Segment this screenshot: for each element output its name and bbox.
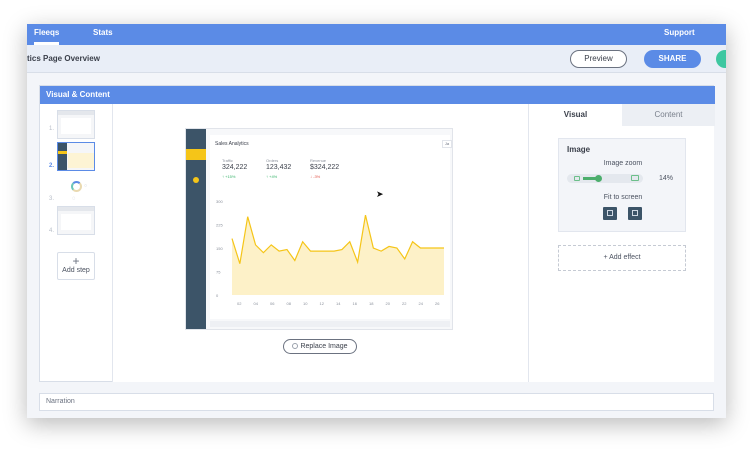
y-tick-label: 300	[216, 199, 223, 204]
steps-list: 1. 2. ○ 3. ◌ 4. + Add step	[40, 104, 113, 382]
image-card-title: Image	[567, 145, 591, 154]
page-header: tics Page Overview Preview SHARE	[27, 45, 726, 73]
image-zoom-label: Image zoom	[603, 160, 643, 167]
hotspot-marker[interactable]	[193, 177, 199, 183]
x-tick-label: 18	[369, 301, 374, 306]
step-thumbnail-2[interactable]	[57, 142, 95, 171]
narration-field[interactable]: Narration	[39, 393, 714, 411]
loading-ring-icon	[71, 181, 82, 192]
thumb-body	[61, 118, 91, 134]
settings-pane: Visual Content Image Image zoom 14% Fit …	[528, 104, 715, 382]
thumb-body	[61, 214, 91, 230]
thumb-bar	[58, 207, 94, 211]
nav-stats[interactable]: Stats	[93, 24, 113, 45]
x-tick-label: 24	[419, 301, 424, 306]
step-number: 1.	[49, 126, 55, 132]
nav-fleeqs[interactable]: Fleeqs	[34, 24, 60, 45]
image-settings-card: Image Image zoom 14% Fit to screen	[558, 138, 686, 232]
preview-button[interactable]: Preview	[570, 50, 627, 68]
kpi-label: Traffic	[222, 158, 233, 163]
y-tick-label: 75	[216, 270, 221, 275]
step-placeholder-icon: ◌	[72, 196, 76, 202]
x-tick-label: 04	[254, 301, 259, 306]
add-effect-button[interactable]: + Add effect	[558, 245, 686, 271]
visual-content-panel: Visual & Content 1. 2. ○ 3. ◌ 4. + Add s…	[39, 85, 715, 382]
y-tick-label: 150	[216, 246, 223, 251]
preview-main: Sales Analytics Ja Traffic 324,222 ↑ +15…	[210, 135, 452, 319]
thumb-sidebar	[58, 143, 67, 170]
x-tick-label: 12	[320, 301, 325, 306]
x-tick-label: 06	[270, 301, 275, 306]
chart-area	[232, 215, 444, 295]
tab-content[interactable]: Content	[622, 104, 715, 126]
y-tick-label: 0	[216, 293, 219, 298]
top-nav: Fleeqs Stats Support	[27, 24, 726, 45]
kpi-value: 123,432	[266, 164, 292, 171]
thumb-band	[58, 151, 67, 154]
fit-width-icon	[607, 210, 613, 216]
step-canvas: Sales Analytics Ja Traffic 324,222 ↑ +15…	[113, 104, 528, 382]
panel-title: Visual & Content	[40, 86, 715, 104]
preview-date-tab: Ja	[442, 140, 452, 148]
zoom-handle[interactable]	[594, 175, 602, 182]
image-small-icon	[574, 176, 580, 181]
x-tick-label: 10	[303, 301, 308, 306]
y-tick-label: 225	[216, 223, 223, 228]
share-button[interactable]: SHARE	[644, 50, 701, 68]
x-tick-label: 20	[386, 301, 391, 306]
kpi-revenue: Revenue $324,222 ↓ -3%	[310, 158, 339, 179]
fit-height-button[interactable]	[628, 207, 642, 220]
fit-height-icon	[632, 210, 638, 216]
replace-image-label: Replace Image	[300, 343, 348, 350]
refresh-icon	[292, 343, 299, 349]
fit-width-button[interactable]	[603, 207, 617, 220]
kpi-delta: ↑ +15%	[222, 174, 236, 179]
ring-label: ○	[84, 183, 88, 189]
image-large-icon	[631, 175, 639, 181]
image-zoom-slider[interactable]	[567, 174, 643, 183]
mouse-cursor-icon: ➤	[376, 189, 384, 199]
kpi-traffic: Traffic 324,222 ↑ +15%	[222, 158, 247, 179]
publish-button[interactable]	[716, 50, 726, 68]
step-thumbnail-4[interactable]	[57, 206, 95, 235]
step-number: 3.	[49, 196, 55, 202]
x-tick-label: 16	[353, 301, 358, 306]
plus-icon: +	[72, 254, 80, 268]
nav-support[interactable]: Support	[664, 24, 695, 45]
x-tick-label: 26	[435, 301, 440, 306]
page-title: tics Page Overview	[27, 54, 100, 63]
step-number: 4.	[49, 228, 55, 234]
settings-tabs: Visual Content	[529, 104, 715, 126]
x-tick-label: 08	[287, 301, 292, 306]
preview-sidebar-highlight	[186, 149, 206, 160]
kpi-delta: ↑ +4%	[266, 174, 278, 179]
zoom-percentage: 14%	[659, 175, 674, 182]
kpi-orders: Orders 123,432 ↑ +4%	[266, 158, 291, 179]
kpi-label: Revenue	[310, 158, 327, 163]
kpi-delta: ↓ -3%	[310, 174, 321, 179]
area-chart: 0 75 150 225 300 02 04 06 08 10 12 14 16 18 20 22 24 26	[216, 199, 444, 306]
tab-visual[interactable]: Visual	[529, 104, 622, 126]
preview-scrollbar	[210, 321, 450, 327]
app-window: Fleeqs Stats Support tics Page Overview …	[27, 24, 726, 418]
thumb-bar	[58, 111, 94, 115]
x-tick-label: 14	[336, 301, 341, 306]
step-number-active: 2.	[49, 163, 55, 169]
preview-app-title: Sales Analytics	[215, 141, 249, 147]
add-step-button[interactable]: + Add step	[57, 252, 95, 280]
add-step-label: Add step	[62, 267, 90, 274]
kpi-value: $324,222	[310, 164, 340, 171]
kpi-value: 324,222	[222, 164, 248, 171]
step-thumbnail-1[interactable]	[57, 110, 95, 139]
x-tick-label: 02	[237, 301, 242, 306]
replace-image-button[interactable]: Replace Image	[283, 339, 357, 354]
screenshot-preview[interactable]: Sales Analytics Ja Traffic 324,222 ↑ +15…	[185, 128, 453, 330]
kpi-label: Orders	[266, 158, 279, 163]
fit-to-screen-label: Fit to screen	[603, 194, 643, 201]
thumb-chart	[68, 153, 94, 168]
x-tick-label: 22	[402, 301, 407, 306]
